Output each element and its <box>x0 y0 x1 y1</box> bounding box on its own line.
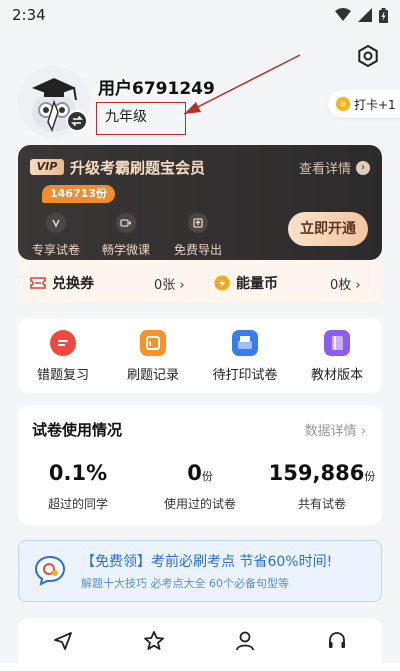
vip-details-link[interactable]: 查看详情 › <box>299 158 370 177</box>
quick-action-label: 待打印试卷 <box>212 368 278 383</box>
promo-subtitle: 解题十大技巧 必考点大全 60个必备句型等 <box>81 577 289 590</box>
video-icon <box>116 213 136 233</box>
status-bar: 2:34 <box>0 0 400 30</box>
vip-title: 升级考霸刷题宝会员 <box>70 159 206 177</box>
swap-icon <box>71 115 83 127</box>
vip-card: VIP 升级考霸刷题宝会员 查看详情 › 146713份 专享试卷 畅学微课 免… <box>18 145 382 303</box>
ticket-icon <box>30 277 46 289</box>
checkin-label: 打卡+1 <box>354 97 396 112</box>
chat-bubble-icon <box>34 555 66 586</box>
vip-feature-label: 免费导出 <box>173 243 222 257</box>
coupon-label: 兑换券 <box>52 276 94 292</box>
quick-action-label: 错题复习 <box>36 368 89 383</box>
avatar-switch-badge[interactable] <box>66 110 88 132</box>
quick-action-mistakes[interactable]: 错题复习 <box>22 330 104 383</box>
settings-button[interactable] <box>356 44 380 68</box>
promo-title: 【免费领】考前必刷考点 节省60%时间! <box>81 554 333 570</box>
stat-surpassed: 0.1% 超过的同学 <box>18 461 138 512</box>
lightning-icon <box>214 275 230 291</box>
gear-icon <box>358 44 378 68</box>
bottom-tab-bar <box>0 662 400 671</box>
status-icons <box>335 7 388 23</box>
vip-feature-exam[interactable]: 专享试卷 <box>26 207 86 258</box>
vip-feature-label: 专享试卷 <box>31 243 80 257</box>
stat-value: 0.1% <box>48 461 108 485</box>
vip-banner[interactable]: VIP 升级考霸刷题宝会员 查看详情 › 146713份 专享试卷 畅学微课 免… <box>18 145 382 260</box>
vip-feature-export[interactable]: 免费导出 <box>168 207 228 258</box>
stat-value: 159,886 <box>268 461 365 485</box>
exam-icon <box>46 213 66 233</box>
signal-icon <box>358 8 372 22</box>
quick-actions-card: 错题复习 刷题记录 待打印试卷 教材版本 <box>18 318 382 393</box>
wifi-icon <box>335 8 351 21</box>
username: 用户6791249 <box>98 79 215 99</box>
practice-record-icon <box>140 330 166 356</box>
stat-caption: 共有试卷 <box>297 497 346 511</box>
stat-unit: 份 <box>201 470 213 483</box>
paper-usage-card: 试卷使用情况 数据详情 › 0.1% 超过的同学 0份 使用过的试卷 159,8… <box>18 405 382 525</box>
vip-details-label: 查看详情 <box>298 162 351 177</box>
export-icon <box>188 213 208 233</box>
count-pill: 146713份 <box>42 185 115 203</box>
vip-badge: VIP <box>30 159 64 175</box>
checkin-button[interactable]: 打卡+1 <box>328 90 400 118</box>
quick-action-print[interactable]: 待打印试卷 <box>204 330 286 383</box>
stat-used: 0份 使用过的试卷 <box>140 461 260 512</box>
chevron-right-icon: › <box>356 160 370 175</box>
promo-banner[interactable]: 【免费领】考前必刷考点 节省60%时间! 解题十大技巧 必考点大全 60个必备句… <box>18 540 382 602</box>
stat-value: 0 <box>187 461 202 485</box>
quick-action-label: 教材版本 <box>310 368 363 383</box>
status-time: 2:34 <box>12 6 46 24</box>
coin-icon <box>336 97 350 111</box>
quick-action-records[interactable]: 刷题记录 <box>112 330 194 383</box>
energy-row[interactable]: 能量币 0枚 › <box>214 263 361 303</box>
stat-caption: 使用过的试卷 <box>163 497 236 511</box>
stat-caption: 超过的同学 <box>47 497 108 511</box>
grade-label[interactable]: 九年级 <box>105 106 147 126</box>
share-icon[interactable] <box>52 630 74 652</box>
quick-action-label: 刷题记录 <box>126 368 179 383</box>
vip-feature-label: 畅学微课 <box>101 243 150 257</box>
battery-icon <box>379 7 388 23</box>
stat-unit: 份 <box>364 470 376 483</box>
stat-total: 159,886份 共有试卷 <box>262 461 382 512</box>
stats-title: 试卷使用情况 <box>32 421 123 439</box>
user-icon[interactable] <box>234 630 256 652</box>
coupon-row[interactable]: 兑换券 0张 › <box>30 263 185 303</box>
mistake-review-icon <box>50 330 76 356</box>
star-icon[interactable] <box>143 630 165 652</box>
stats-details-link[interactable]: 数据详情 › <box>305 420 366 439</box>
textbook-icon <box>324 330 350 356</box>
open-vip-button[interactable]: 立即开通 <box>288 212 368 246</box>
energy-value: 0枚 › <box>330 277 361 293</box>
coupon-value: 0张 › <box>154 277 185 293</box>
headset-icon[interactable] <box>326 630 348 652</box>
energy-label: 能量币 <box>236 276 278 292</box>
quick-action-textbook[interactable]: 教材版本 <box>296 330 378 383</box>
vip-feature-video[interactable]: 畅学微课 <box>96 207 156 258</box>
print-paper-icon <box>232 330 258 356</box>
